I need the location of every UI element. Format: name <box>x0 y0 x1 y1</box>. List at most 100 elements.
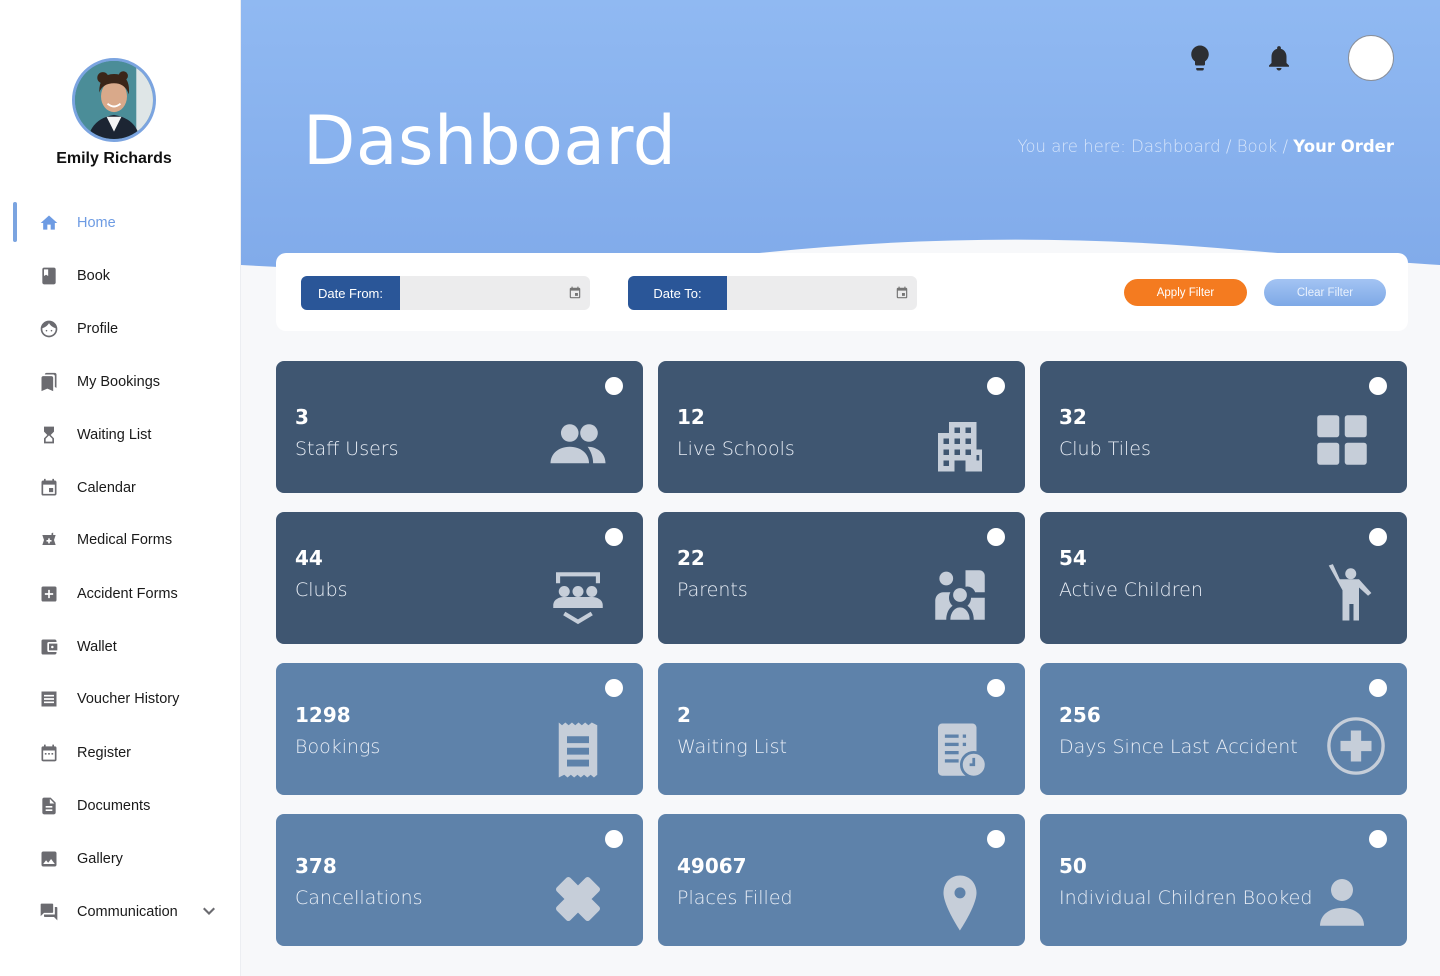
sidebar-item-accident-forms[interactable]: Accident Forms <box>0 574 241 614</box>
card-menu-dot[interactable] <box>1369 377 1387 395</box>
lightbulb-icon[interactable] <box>1183 40 1217 76</box>
card-menu-dot[interactable] <box>605 377 623 395</box>
stat-value: 256 <box>1059 703 1101 727</box>
stat-label: Individual Children Booked <box>1059 887 1313 909</box>
stat-label: Waiting List <box>677 736 787 758</box>
sidebar-item-label: Profile <box>77 321 119 337</box>
filter-bar: Date From: Date To: Apply Filter Clear F… <box>276 253 1408 331</box>
stat-card-individual-children-booked[interactable]: 50 Individual Children Booked <box>1040 814 1407 946</box>
calendar-icon[interactable] <box>895 286 909 300</box>
card-menu-dot[interactable] <box>987 377 1005 395</box>
stat-card-cancellations[interactable]: 378 Cancellations <box>276 814 643 946</box>
wallet-icon <box>38 636 60 658</box>
sidebar-item-communication[interactable]: Communication <box>0 892 241 932</box>
family-icon <box>927 562 993 628</box>
hourglass-icon <box>38 424 60 446</box>
apply-filter-button[interactable]: Apply Filter <box>1124 279 1247 306</box>
stat-card-active-children[interactable]: 54 Active Children <box>1040 512 1407 644</box>
stat-value: 54 <box>1059 546 1087 570</box>
calendar-icon[interactable] <box>568 286 582 300</box>
sidebar-item-wallet[interactable]: Wallet <box>0 627 241 667</box>
sidebar-item-profile[interactable]: Profile <box>0 309 241 349</box>
sidebar-item-label: Register <box>77 745 131 761</box>
sidebar-item-label: Wallet <box>77 639 117 655</box>
card-menu-dot[interactable] <box>1369 830 1387 848</box>
stat-value: 3 <box>295 405 309 429</box>
sidebar-item-my-bookings[interactable]: My Bookings <box>0 362 241 402</box>
stat-value: 32 <box>1059 405 1087 429</box>
sidebar-item-home[interactable]: Home <box>0 203 241 243</box>
group-shield-icon <box>545 564 611 630</box>
page-title: Dashboard <box>303 102 677 181</box>
stat-label: Live Schools <box>677 438 795 460</box>
document-icon <box>38 795 60 817</box>
card-menu-dot[interactable] <box>605 830 623 848</box>
sidebar-item-gallery[interactable]: Gallery <box>0 839 241 879</box>
location-pin-icon <box>927 870 993 936</box>
stat-value: 22 <box>677 546 705 570</box>
face-icon <box>38 318 60 340</box>
sidebar-item-waiting-list[interactable]: Waiting List <box>0 415 241 455</box>
receipt-icon <box>38 688 60 710</box>
child-waving-icon <box>1315 560 1381 626</box>
user-name: Emily Richards <box>56 150 172 167</box>
breadcrumb-current: Your Order <box>1293 137 1394 156</box>
bookmarks-icon <box>38 371 60 393</box>
stat-value: 44 <box>295 546 323 570</box>
stat-card-bookings[interactable]: 1298 Bookings <box>276 663 643 795</box>
stat-card-days-since-accident[interactable]: 256 Days Since Last Accident <box>1040 663 1407 795</box>
home-icon <box>38 212 60 234</box>
sidebar-item-medical-forms[interactable]: Medical Forms <box>0 520 241 560</box>
card-menu-dot[interactable] <box>987 528 1005 546</box>
people-icon <box>545 411 611 477</box>
card-menu-dot[interactable] <box>987 679 1005 697</box>
calendar-dots-icon <box>38 742 60 764</box>
date-to-label: Date To: <box>628 276 727 310</box>
breadcrumb-prefix: You are here: <box>1017 137 1132 156</box>
sidebar-item-voucher-history[interactable]: Voucher History <box>0 679 241 719</box>
sidebar-item-label: Calendar <box>77 480 136 496</box>
stat-label: Active Children <box>1059 579 1203 601</box>
profile-avatar[interactable] <box>72 58 156 142</box>
card-menu-dot[interactable] <box>605 528 623 546</box>
date-to-input[interactable] <box>727 276 917 310</box>
profile-photo <box>75 61 153 139</box>
card-menu-dot[interactable] <box>1369 528 1387 546</box>
card-menu-dot[interactable] <box>987 830 1005 848</box>
stat-card-staff-users[interactable]: 3 Staff Users <box>276 361 643 493</box>
medical-cross-icon <box>1325 715 1387 777</box>
chevron-down-icon[interactable] <box>200 903 218 921</box>
stat-card-parents[interactable]: 22 Parents <box>658 512 1025 644</box>
sidebar-item-label: Home <box>77 215 116 231</box>
plus-box-icon <box>38 583 60 605</box>
clear-filter-button[interactable]: Clear Filter <box>1264 279 1386 306</box>
breadcrumb-trail[interactable]: Dashboard / Book / <box>1131 137 1293 156</box>
stat-card-waiting-list[interactable]: 2 Waiting List <box>658 663 1025 795</box>
grid-icon <box>1309 407 1375 473</box>
sidebar-item-register[interactable]: Register <box>0 733 241 773</box>
sidebar-item-documents[interactable]: Documents <box>0 786 241 826</box>
card-menu-dot[interactable] <box>605 679 623 697</box>
stat-label: Places Filled <box>677 887 793 909</box>
stat-card-places-filled[interactable]: 49067 Places Filled <box>658 814 1025 946</box>
stat-value: 49067 <box>677 854 747 878</box>
bell-icon[interactable] <box>1262 40 1296 76</box>
sidebar-item-calendar[interactable]: Calendar <box>0 468 241 508</box>
stat-card-live-schools[interactable]: 12 Live Schools <box>658 361 1025 493</box>
stat-card-clubs[interactable]: 44 Clubs <box>276 512 643 644</box>
sidebar-item-book[interactable]: Book <box>0 256 241 296</box>
user-avatar[interactable] <box>1348 35 1394 81</box>
building-icon <box>927 411 993 477</box>
receipt-icon <box>545 717 611 783</box>
stat-value: 12 <box>677 405 705 429</box>
stat-card-club-tiles[interactable]: 32 Club Tiles <box>1040 361 1407 493</box>
date-from-input[interactable] <box>400 276 590 310</box>
sidebar: Emily Richards Home Book Profile My Book… <box>0 0 241 976</box>
card-menu-dot[interactable] <box>1369 679 1387 697</box>
x-icon <box>545 866 611 932</box>
stat-label: Days Since Last Accident <box>1059 736 1298 758</box>
stat-value: 378 <box>295 854 337 878</box>
sidebar-item-label: Documents <box>77 798 151 814</box>
image-icon <box>38 848 60 870</box>
date-from-group: Date From: <box>301 276 590 310</box>
